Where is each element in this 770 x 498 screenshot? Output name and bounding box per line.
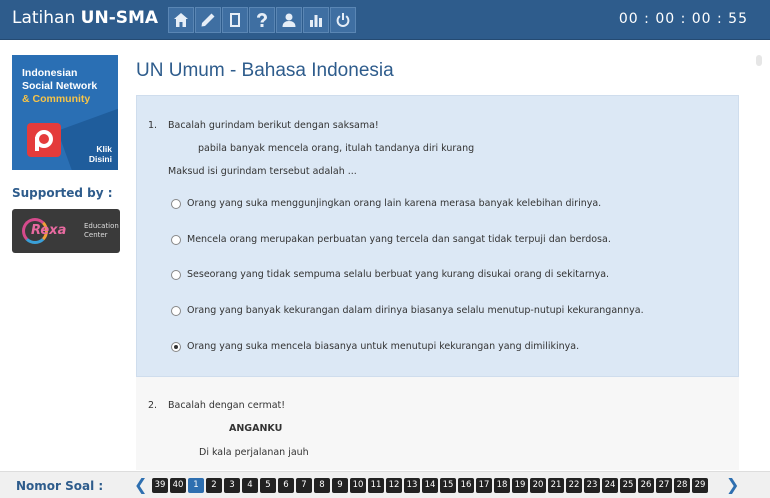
answer-option-a[interactable]: Orang yang suka menggunjingkan orang lai…	[171, 198, 601, 209]
help-button[interactable]	[249, 7, 275, 33]
ad-line-1: Indonesian	[22, 67, 78, 79]
answer-option-b[interactable]: Mencela orang merupakan perbuatan yang t…	[171, 234, 611, 245]
question-number-button[interactable]: 16	[458, 478, 474, 493]
question-number-button[interactable]: 8	[314, 478, 330, 493]
ad-line-3: & Community	[22, 93, 91, 105]
poem-line-1: Di kala perjalanan jauh	[199, 447, 309, 458]
question-number-button[interactable]: 23	[584, 478, 600, 493]
question-1-quote: pabila banyak mencela orang, itulah tand…	[198, 143, 475, 154]
question-number-button[interactable]: 29	[692, 478, 708, 493]
edit-button[interactable]	[195, 7, 221, 33]
question-number-button[interactable]: 10	[350, 478, 366, 493]
question-number-button[interactable]: 24	[602, 478, 618, 493]
answer-radio-e[interactable]	[171, 341, 181, 352]
supported-label: Supported by :	[12, 186, 113, 200]
question-number-button[interactable]: 25	[620, 478, 636, 493]
ad-cta-line-2: Disini	[88, 154, 112, 164]
answer-text-b: Mencela orang merupakan perbuatan yang t…	[187, 234, 611, 245]
answer-text-a: Orang yang suka menggunjingkan orang lai…	[187, 198, 602, 209]
stats-button[interactable]	[303, 7, 329, 33]
app-title-light: Latihan	[12, 8, 81, 28]
question-number-button[interactable]: 12	[386, 478, 402, 493]
user-icon	[282, 13, 296, 27]
app-title-bold: UN-SMA	[80, 8, 159, 28]
page-title: UN Umum - Bahasa Indonesia	[136, 60, 394, 81]
nav-toolbar	[168, 7, 356, 33]
sponsor-text-line-2: Center	[84, 231, 108, 239]
question-number-button[interactable]: 2	[206, 478, 222, 493]
home-button[interactable]	[168, 7, 194, 33]
answer-text-e: Orang yang suka mencela biasanya untuk m…	[187, 341, 580, 352]
question-number-button[interactable]: 9	[332, 478, 348, 493]
question-number-button[interactable]: 22	[566, 478, 582, 493]
chevron-left-icon[interactable]: ❮	[134, 475, 147, 494]
top-bar: Latihan UN-SMA 00 : 00 : 00 : 55	[0, 0, 770, 40]
community-logo-icon	[27, 123, 61, 157]
answer-option-d[interactable]: Orang yang banyak kekurangan dalam dirin…	[171, 305, 644, 316]
answer-radio-d[interactable]	[171, 305, 181, 316]
countdown-timer: 00 : 00 : 00 : 55	[618, 11, 748, 27]
question-number-button[interactable]: 13	[404, 478, 420, 493]
sponsor-text: Education Center	[84, 222, 119, 240]
answer-option-c[interactable]: Seseorang yang tidak sempuma selalu berb…	[171, 269, 609, 280]
question-number-button[interactable]: 17	[476, 478, 492, 493]
book-button[interactable]	[222, 7, 248, 33]
question-number-list: 39 40 1 2 3 4 5 6 7 8 9 10 11 12 13 14 15 16 17 18 19 20 21 22 2…	[152, 478, 712, 495]
question-number-button[interactable]: 28	[674, 478, 690, 493]
sponsor-logo[interactable]: Rexa Education Center	[12, 209, 120, 253]
question-2-number: 2.	[148, 400, 158, 411]
answer-option-e[interactable]: Orang yang suka mencela biasanya untuk m…	[171, 341, 579, 352]
question-number-button[interactable]: 18	[494, 478, 510, 493]
question-nav-bar: Nomor Soal : ❮ 39 40 1 2 3 4 5 6 7 8 9 10 11 12 13 14 15…	[0, 471, 770, 498]
answer-text-d: Orang yang banyak kekurangan dalam dirin…	[187, 305, 644, 316]
answer-text-c: Seseorang yang tidak sempuma selalu berb…	[187, 269, 610, 280]
chevron-right-icon[interactable]: ❯	[726, 475, 739, 494]
chart-icon	[310, 15, 322, 27]
question-number-button[interactable]: 1	[188, 478, 204, 493]
question-number-button[interactable]: 7	[296, 478, 312, 493]
sponsor-logo-text: Rexa	[31, 223, 67, 238]
ad-cta: Klik Disini	[89, 144, 112, 164]
logout-button[interactable]	[330, 7, 356, 33]
ad-cta-line-1: Klik	[96, 144, 112, 154]
question-number-button[interactable]: 11	[368, 478, 384, 493]
question-number-button[interactable]: 4	[242, 478, 258, 493]
scrollbar[interactable]	[756, 55, 762, 66]
question-number-button[interactable]: 14	[422, 478, 438, 493]
question-number-button[interactable]: 26	[638, 478, 654, 493]
question-number-button[interactable]: 15	[440, 478, 456, 493]
question-number-button[interactable]: 40	[170, 478, 186, 493]
help-icon	[257, 13, 267, 27]
question-1-number: 1.	[148, 120, 158, 131]
question-2-prompt: Bacalah dengan cermat!	[168, 400, 286, 411]
ad-banner[interactable]: Indonesian Social Network & Community Kl…	[12, 55, 118, 170]
poem-title: ANGANKU	[229, 423, 283, 434]
question-number-button[interactable]: 19	[512, 478, 528, 493]
home-icon	[174, 13, 188, 27]
power-icon	[336, 13, 350, 27]
question-number-button[interactable]: 39	[152, 478, 168, 493]
ad-line-2: Social Network	[22, 80, 98, 92]
answer-radio-a[interactable]	[171, 198, 181, 209]
question-number-button[interactable]: 20	[530, 478, 546, 493]
book-icon	[230, 13, 240, 27]
question-number-button[interactable]: 3	[224, 478, 240, 493]
question-1-ask: Maksud isi gurindam tersebut adalah ...	[168, 166, 357, 177]
pencil-icon	[201, 13, 215, 27]
question-number-button[interactable]: 6	[278, 478, 294, 493]
answer-radio-b[interactable]	[171, 234, 181, 245]
sponsor-text-line-1: Education	[84, 222, 119, 230]
answer-radio-c[interactable]	[171, 269, 181, 280]
app-title: Latihan UN-SMA	[12, 8, 158, 28]
question-1-prompt: Bacalah gurindam berikut dengan saksama!	[168, 120, 379, 131]
question-number-label: Nomor Soal :	[16, 479, 104, 493]
question-number-button[interactable]: 5	[260, 478, 276, 493]
question-number-button[interactable]: 21	[548, 478, 564, 493]
question-number-button[interactable]: 27	[656, 478, 672, 493]
user-button[interactable]	[276, 7, 302, 33]
